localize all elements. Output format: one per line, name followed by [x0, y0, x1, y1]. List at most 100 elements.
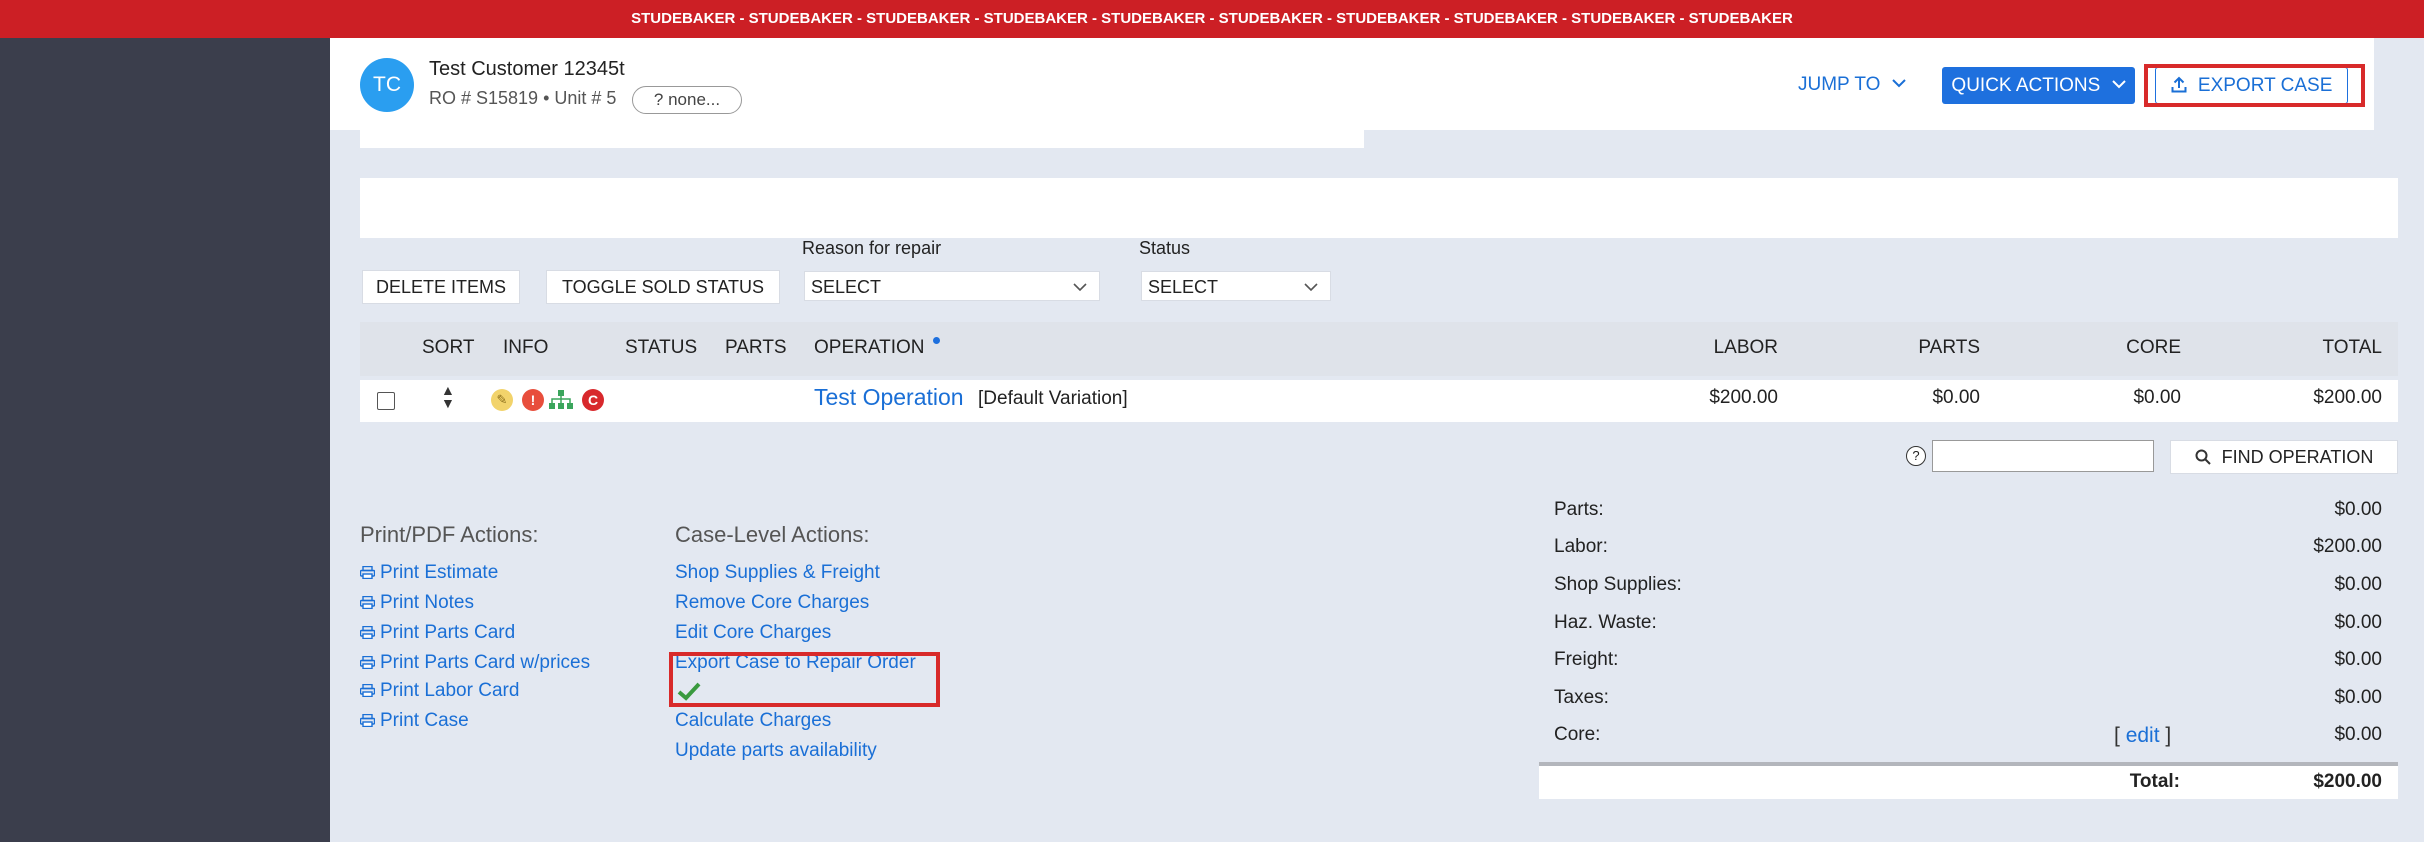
search-icon [2195, 449, 2211, 465]
print-action-label: Print Estimate [380, 562, 499, 583]
summary-label: Shop Supplies: [1554, 574, 1682, 595]
summary-value: $0.00 [2334, 687, 2382, 708]
print-action-link[interactable]: Print Parts Card w/prices [360, 652, 590, 674]
find-operation-input[interactable] [1932, 440, 2154, 472]
case-actions-title: Case-Level Actions: [675, 522, 870, 547]
summary-value: $0.00 [2334, 499, 2382, 520]
summary-value: $0.00 [2334, 649, 2382, 670]
case-action-link[interactable]: Calculate Charges [675, 710, 831, 732]
edit-core-link[interactable]: edit [2126, 724, 2160, 747]
total-label: Total: [2129, 771, 2180, 792]
jump-to-label: JUMP TO [1798, 74, 1881, 95]
print-action-link[interactable]: Print Labor Card [360, 680, 519, 702]
case-action-link[interactable]: Shop Supplies & Freight [675, 562, 880, 584]
warning-icon[interactable]: ! [522, 389, 544, 411]
column-header-parts-flag: PARTS [725, 337, 787, 358]
quick-actions-button[interactable]: QUICK ACTIONS [1942, 67, 2135, 104]
toggle-sold-status-button[interactable]: TOGGLE SOLD STATUS [546, 270, 780, 304]
summary-value: $200.00 [2313, 536, 2382, 557]
column-header-parts: PARTS [1918, 337, 1980, 358]
print-action-label: Print Case [380, 710, 469, 731]
print-action-link[interactable]: Print Estimate [360, 562, 498, 584]
ro-unit-info: RO # S15819 • Unit # 5 [429, 88, 617, 108]
chevron-down-icon [1073, 283, 1087, 292]
delete-items-button[interactable]: DELETE ITEMS [362, 270, 520, 304]
printer-icon [360, 626, 375, 639]
reason-for-repair-select[interactable]: SELECT [804, 271, 1100, 301]
column-header-labor: LABOR [1713, 337, 1778, 358]
column-header-operation: OPERATION [814, 337, 940, 359]
summary-value: $0.00 [2334, 574, 2382, 595]
print-action-link[interactable]: Print Parts Card [360, 622, 515, 644]
printer-icon [360, 684, 375, 697]
summary-value: $0.00 [2334, 612, 2382, 633]
chevron-down-icon [1891, 79, 1906, 88]
edit-bracket-open: [ [2114, 724, 2120, 747]
summary-label: Taxes: [1554, 687, 1609, 708]
print-action-label: Print Parts Card [380, 622, 516, 643]
summary-label: Freight: [1554, 649, 1619, 670]
summary-label: Labor: [1554, 536, 1608, 557]
row-checkbox[interactable] [377, 392, 395, 410]
summary-label: Parts: [1554, 499, 1604, 520]
indicator-dot-icon [932, 337, 940, 344]
highlight-box [669, 652, 940, 707]
status-select[interactable]: SELECT [1141, 271, 1331, 301]
core-charge-icon[interactable]: C [582, 389, 604, 411]
printer-icon [360, 566, 375, 579]
help-icon[interactable]: ? [1906, 446, 1926, 466]
status-select-value: SELECT [1148, 277, 1219, 297]
summary-value: $0.00 [2334, 724, 2382, 745]
reason-select-value: SELECT [811, 277, 882, 297]
operation-header-label: OPERATION [814, 337, 925, 358]
case-action-link[interactable]: Edit Core Charges [675, 622, 831, 644]
jump-to-button[interactable]: JUMP TO [1798, 74, 1906, 96]
column-header-info: INFO [503, 337, 549, 358]
case-action-link[interactable]: Remove Core Charges [675, 592, 869, 614]
find-operation-button[interactable]: FIND OPERATION [2170, 440, 2398, 474]
print-action-link[interactable]: Print Case [360, 710, 469, 732]
total-cell: $200.00 [2313, 387, 2382, 408]
column-header-sort[interactable]: SORT [422, 337, 474, 359]
chevron-down-icon [1304, 283, 1318, 292]
operation-variation: [Default Variation] [978, 388, 1128, 409]
parts-cell: $0.00 [1932, 387, 1980, 408]
summary-label: Haz. Waste: [1554, 612, 1657, 633]
customer-name: Test Customer 12345t [429, 58, 625, 80]
content-strip [360, 130, 1364, 148]
operation-link[interactable]: Test Operation [814, 384, 964, 411]
total-value: $200.00 [2313, 771, 2382, 792]
pencil-note-icon[interactable]: ✎ [491, 389, 513, 411]
edit-bracket-close: ] [2165, 724, 2172, 747]
status-label: Status [1139, 238, 1191, 258]
core-cell: $0.00 [2133, 387, 2181, 408]
sort-handle-icon[interactable]: ▲ ▼ [441, 383, 455, 410]
print-action-link[interactable]: Print Notes [360, 592, 474, 614]
quick-actions-label: QUICK ACTIONS [1951, 75, 2101, 96]
tag-pill[interactable]: ? none... [632, 86, 742, 114]
printer-icon [360, 714, 375, 727]
print-action-label: Print Labor Card [380, 680, 520, 701]
reason-for-repair-label: Reason for repair [802, 238, 942, 258]
chevron-down-icon [2111, 80, 2126, 89]
hierarchy-icon[interactable] [548, 389, 574, 416]
find-operation-label: FIND OPERATION [2221, 447, 2374, 467]
column-header-core: CORE [2126, 337, 2181, 358]
printer-icon [360, 656, 375, 669]
highlight-box [2144, 64, 2365, 107]
printer-icon [360, 596, 375, 609]
sidebar [0, 38, 330, 842]
column-header-total: TOTAL [2322, 337, 2382, 358]
brand-banner: STUDEBAKER - STUDEBAKER - STUDEBAKER - S… [0, 0, 2424, 38]
print-actions-title: Print/PDF Actions: [360, 522, 539, 547]
column-header-status: STATUS [625, 337, 698, 358]
content-strip [360, 178, 2398, 238]
checkmark-icon [677, 681, 701, 706]
avatar: TC [360, 58, 414, 112]
case-action-link[interactable]: Update parts availability [675, 740, 877, 762]
core-edit-control: [ edit ] [2114, 724, 2171, 748]
labor-cell: $200.00 [1709, 387, 1778, 408]
print-action-label: Print Parts Card w/prices [380, 652, 591, 673]
print-action-label: Print Notes [380, 592, 474, 613]
summary-label: Core: [1554, 724, 1601, 745]
